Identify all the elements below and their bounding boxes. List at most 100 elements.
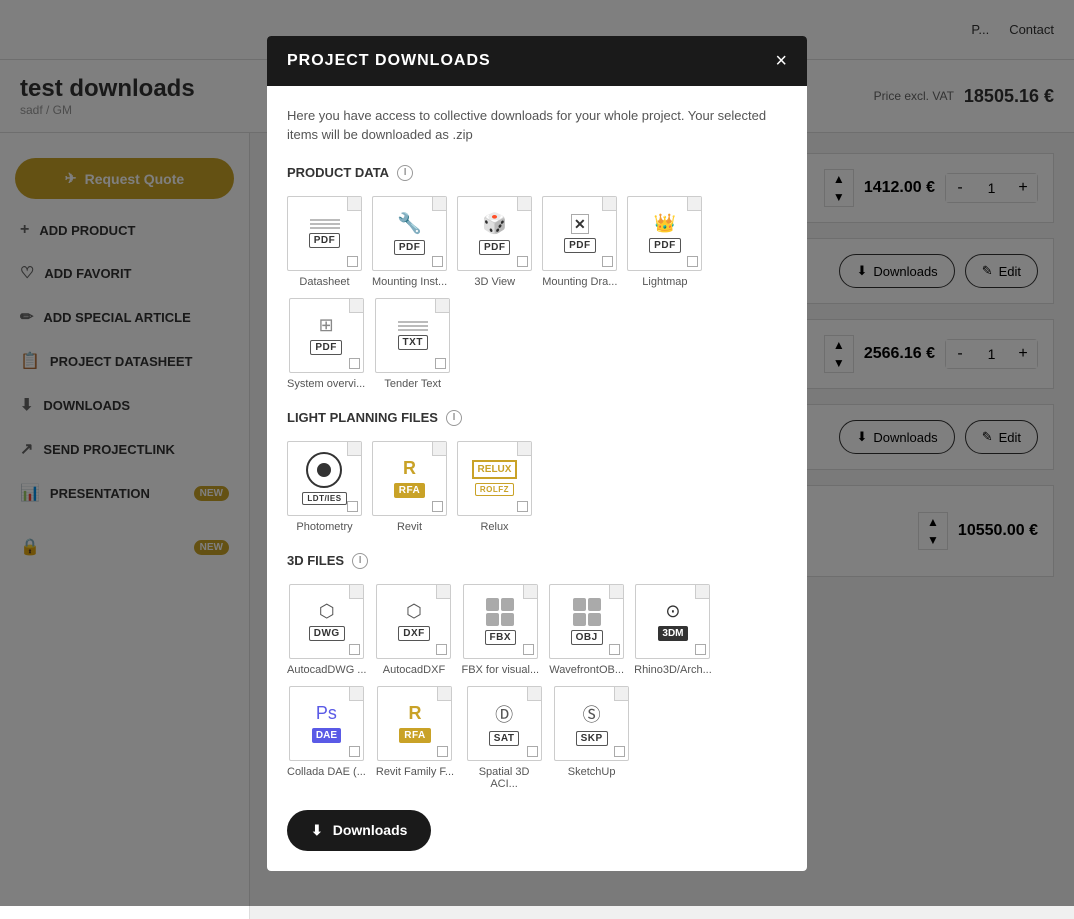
file-item-tender-text[interactable]: TXT Tender Text bbox=[375, 298, 450, 390]
fi-badge-pdf-5: PDF bbox=[649, 238, 681, 253]
fi-content-tender-text: TXT bbox=[398, 321, 428, 350]
file-item-revit-family[interactable]: R RFA Revit Family F... bbox=[376, 686, 454, 790]
file-item-revit[interactable]: R RFA Revit bbox=[372, 441, 447, 533]
file-icon-revit[interactable]: R RFA bbox=[372, 441, 447, 516]
checkbox-wavefront-obj[interactable] bbox=[609, 644, 620, 655]
file-icon-wavefront-obj[interactable]: OBJ bbox=[549, 584, 624, 659]
checkbox-fbx[interactable] bbox=[523, 644, 534, 655]
fi-badge-pdf-6: PDF bbox=[310, 340, 342, 355]
checkbox-photometry[interactable] bbox=[347, 501, 358, 512]
checkbox-sketchup[interactable] bbox=[614, 746, 625, 757]
file-label-autocad-dxf: AutocadDXF bbox=[383, 664, 445, 676]
file-icon-revit-family[interactable]: R RFA bbox=[377, 686, 452, 761]
checkbox-collada-dae[interactable] bbox=[349, 746, 360, 757]
checkbox-mounting-inst[interactable] bbox=[432, 256, 443, 267]
file-item-lightmap[interactable]: 👑 PDF Lightmap bbox=[627, 196, 702, 288]
file-item-relux[interactable]: RELUX ROLFZ Relux bbox=[457, 441, 532, 533]
checkbox-autocad-dxf[interactable] bbox=[436, 644, 447, 655]
file-icon-photometry[interactable]: LDT/IES bbox=[287, 441, 362, 516]
file-icon-spatial-3d[interactable]: Ⓓ SAT bbox=[467, 686, 542, 761]
info-icon-product-data[interactable]: i bbox=[397, 165, 413, 181]
file-icon-lightmap[interactable]: 👑 PDF bbox=[627, 196, 702, 271]
fbx-grid-cell bbox=[486, 598, 499, 611]
file-item-photometry[interactable]: LDT/IES Photometry bbox=[287, 441, 362, 533]
file-item-fbx[interactable]: FBX FBX for visual... bbox=[461, 584, 539, 676]
corner-sketchup bbox=[614, 687, 628, 701]
fi-line bbox=[310, 219, 340, 221]
checkbox-spatial-3d[interactable] bbox=[527, 746, 538, 757]
modal-download-icon: ⬇ bbox=[311, 822, 323, 839]
corner-datasheet bbox=[347, 197, 361, 211]
file-icon-fbx[interactable]: FBX bbox=[463, 584, 538, 659]
autocad-symbol-icon: ⬡ bbox=[319, 601, 335, 622]
file-icon-3d-view[interactable]: 🎲 PDF bbox=[457, 196, 532, 271]
file-icon-relux[interactable]: RELUX ROLFZ bbox=[457, 441, 532, 516]
modal-downloads-button[interactable]: ⬇ Downloads bbox=[287, 810, 431, 851]
file-label-collada-dae: Collada DAE (... bbox=[287, 766, 366, 778]
file-icon-rhino3d[interactable]: ⊙ 3DM bbox=[635, 584, 710, 659]
checkbox-datasheet[interactable] bbox=[347, 256, 358, 267]
corner-mounting-inst bbox=[432, 197, 446, 211]
checkbox-system-overvi[interactable] bbox=[349, 358, 360, 369]
fi-content-autocad-dxf: ⬡ DXF bbox=[398, 601, 430, 641]
fi-lines-datasheet bbox=[310, 219, 340, 229]
corner-autocad-dxf bbox=[436, 585, 450, 599]
modal-title: PROJECT DOWNLOADS bbox=[287, 52, 491, 70]
wrench-icon: 🔧 bbox=[397, 211, 422, 236]
file-item-rhino3d[interactable]: ⊙ 3DM Rhino3D/Arch... bbox=[634, 584, 712, 676]
file-label-relux: Relux bbox=[480, 521, 508, 533]
file-icon-tender-text[interactable]: TXT bbox=[375, 298, 450, 373]
fi-badge-dwg: DWG bbox=[309, 626, 345, 641]
file-item-3d-view[interactable]: 🎲 PDF 3D View bbox=[457, 196, 532, 288]
file-label-revit-family: Revit Family F... bbox=[376, 766, 454, 778]
checkbox-revit[interactable] bbox=[432, 501, 443, 512]
checkbox-relux[interactable] bbox=[517, 501, 528, 512]
file-icon-autocad-dxf[interactable]: ⬡ DXF bbox=[376, 584, 451, 659]
file-icon-system-overvi[interactable]: ⊞ PDF bbox=[289, 298, 364, 373]
corner-revit bbox=[432, 442, 446, 456]
file-item-collada-dae[interactable]: Ps DAE Collada DAE (... bbox=[287, 686, 366, 790]
file-item-autocad-dwg[interactable]: ⬡ DWG AutocadDWG ... bbox=[287, 584, 366, 676]
fi-content-mounting-inst: 🔧 PDF bbox=[394, 211, 426, 255]
file-item-spatial-3d[interactable]: Ⓓ SAT Spatial 3D ACI... bbox=[464, 686, 544, 790]
fi-content-photometry: LDT/IES bbox=[302, 452, 346, 505]
file-icon-collada-dae[interactable]: Ps DAE bbox=[289, 686, 364, 761]
file-label-autocad-dwg: AutocadDWG ... bbox=[287, 664, 366, 676]
corner-collada-dae bbox=[349, 687, 363, 701]
checkbox-revit-family[interactable] bbox=[437, 746, 448, 757]
file-item-mounting-inst[interactable]: 🔧 PDF Mounting Inst... bbox=[372, 196, 447, 288]
fi-badge-pdf-2: PDF bbox=[394, 240, 426, 255]
checkbox-lightmap[interactable] bbox=[687, 256, 698, 267]
fi-content-sketchup: Ⓢ SKP bbox=[576, 701, 608, 746]
file-item-sketchup[interactable]: Ⓢ SKP SketchUp bbox=[554, 686, 629, 790]
fi-badge-threedm: 3DM bbox=[658, 626, 687, 641]
x-mark-icon: ✕ bbox=[571, 214, 589, 234]
section-3d-files: 3D FILES i bbox=[287, 553, 787, 569]
sketchup-symbol-icon: Ⓢ bbox=[583, 701, 601, 727]
file-icon-autocad-dwg[interactable]: ⬡ DWG bbox=[289, 584, 364, 659]
spatial-symbol-icon: Ⓓ bbox=[495, 701, 513, 727]
modal-description: Here you have access to collective downl… bbox=[287, 106, 787, 145]
file-item-datasheet[interactable]: PDF Datasheet bbox=[287, 196, 362, 288]
info-icon-3d-files[interactable]: i bbox=[352, 553, 368, 569]
file-item-autocad-dxf[interactable]: ⬡ DXF AutocadDXF bbox=[376, 584, 451, 676]
fi-badge-txt: TXT bbox=[398, 335, 428, 350]
file-icon-datasheet[interactable]: PDF bbox=[287, 196, 362, 271]
info-icon-light-planning[interactable]: i bbox=[446, 410, 462, 426]
file-item-system-overvi[interactable]: ⊞ PDF System overvi... bbox=[287, 298, 365, 390]
file-icon-mounting-inst[interactable]: 🔧 PDF bbox=[372, 196, 447, 271]
file-item-wavefront-obj[interactable]: OBJ WavefrontOB... bbox=[549, 584, 624, 676]
revit-r-icon-2: R bbox=[408, 703, 421, 724]
corner-autocad-dwg bbox=[349, 585, 363, 599]
file-item-mounting-dra[interactable]: ✕ PDF Mounting Dra... bbox=[542, 196, 617, 288]
checkbox-tender-text[interactable] bbox=[435, 358, 446, 369]
file-icon-mounting-dra[interactable]: ✕ PDF bbox=[542, 196, 617, 271]
checkbox-rhino3d[interactable] bbox=[695, 644, 706, 655]
checkbox-autocad-dwg[interactable] bbox=[349, 644, 360, 655]
modal-close-button[interactable]: × bbox=[775, 51, 787, 71]
checkbox-3d-view[interactable] bbox=[517, 256, 528, 267]
checkbox-mounting-dra[interactable] bbox=[602, 256, 613, 267]
file-label-tender-text: Tender Text bbox=[384, 378, 441, 390]
file-icon-sketchup[interactable]: Ⓢ SKP bbox=[554, 686, 629, 761]
fi-line bbox=[310, 223, 340, 225]
